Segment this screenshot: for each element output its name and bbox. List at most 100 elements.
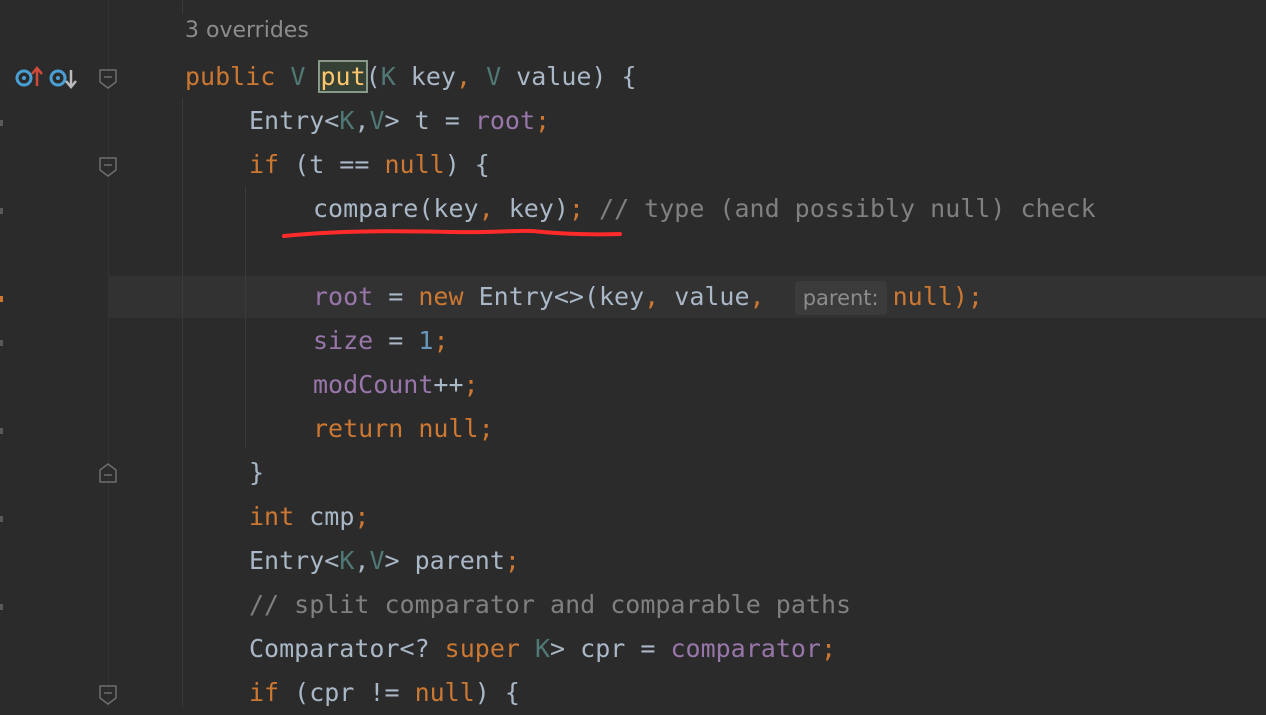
token: new [418, 282, 479, 311]
token: super [444, 634, 535, 663]
editor-gutter [0, 0, 108, 707]
code-line-9[interactable]: } [249, 451, 264, 495]
token: if [249, 678, 295, 707]
token: = [373, 282, 419, 311]
fold-end-icon[interactable] [98, 462, 118, 484]
code-line-7[interactable]: modCount++; [313, 363, 479, 407]
code-line-5[interactable]: root = new Entry<>(key, value, parent: nu… [313, 275, 983, 319]
token: , [644, 282, 675, 311]
token: ; [568, 194, 584, 223]
token: K [380, 62, 411, 91]
token: ; [463, 370, 479, 399]
token: = [373, 326, 419, 355]
gutter-mark [0, 208, 3, 214]
token: cmp [309, 502, 355, 531]
code-line-8[interactable]: return null; [313, 407, 494, 451]
token: ) { [474, 678, 520, 707]
token: ; [433, 326, 449, 355]
gutter-divider [108, 0, 109, 707]
indent-guide [182, 0, 183, 14]
parameter-inlay-hint: parent: [794, 281, 887, 315]
token: null [414, 678, 475, 707]
token: V [369, 546, 385, 575]
token: null [892, 282, 953, 311]
token: ) { [444, 150, 490, 179]
code-line-6[interactable]: size = 1; [313, 319, 449, 363]
token: V [369, 106, 385, 135]
token: K [534, 634, 551, 663]
token: V [486, 62, 517, 91]
token: public [185, 62, 291, 91]
token: K [339, 546, 355, 575]
token: (cpr != [294, 678, 415, 707]
token: > cpr = [550, 634, 671, 663]
token: , [478, 194, 509, 223]
gutter-mark [0, 604, 3, 610]
token: } [249, 458, 265, 487]
token: 1 [418, 326, 434, 355]
code-line-3[interactable]: if (t == null) { [249, 143, 490, 187]
token: ); [952, 282, 983, 311]
indent-guide [245, 186, 246, 448]
token: null [418, 414, 479, 443]
method-name-highlight[interactable]: put [318, 60, 368, 93]
token: comparator [670, 634, 821, 663]
token: size [313, 326, 374, 355]
fold-icon[interactable] [98, 684, 118, 706]
fold-icon[interactable] [98, 156, 118, 178]
token: (t == [294, 150, 385, 179]
token: Entry< [249, 106, 340, 135]
token: ++ [433, 370, 464, 399]
token: , [354, 546, 370, 575]
token: root [313, 282, 374, 311]
override-markers[interactable] [14, 62, 84, 92]
code-line-11[interactable]: Entry<K,V> parent; [249, 539, 520, 583]
gutter-mark [0, 296, 3, 302]
token: key [410, 62, 456, 91]
token: Entry<>(key [478, 282, 645, 311]
code-comment: // type (and possibly null) check [583, 194, 1096, 223]
token: compare(key [313, 194, 479, 223]
gutter-mark [0, 428, 3, 434]
token: > t = [384, 106, 475, 135]
overrides-inlay[interactable]: 3 overrides [185, 18, 309, 43]
red-annotation-underline [282, 228, 622, 238]
token: ; [820, 634, 837, 663]
implemented-down-icon[interactable] [49, 69, 77, 89]
token: Entry< [249, 546, 340, 575]
token: , [455, 62, 487, 91]
token: , [354, 106, 370, 135]
indent-guide [182, 98, 183, 707]
code-line-2[interactable]: Entry<K,V> t = root; [249, 99, 550, 143]
token: > parent [384, 546, 505, 575]
code-comment: // split comparator and comparable paths [249, 590, 852, 619]
token: int [249, 502, 310, 531]
code-line-10[interactable]: int cmp; [249, 495, 369, 539]
token: value) { [516, 62, 637, 91]
token: ( [365, 62, 381, 91]
gutter-mark [0, 516, 3, 522]
token: key) [508, 194, 569, 223]
code-line-14[interactable]: if (cpr != null) { [249, 671, 520, 715]
token: , [749, 282, 795, 311]
token: null [384, 150, 445, 179]
gutter-mark [0, 120, 3, 126]
token: V [290, 62, 321, 91]
token: value [674, 282, 750, 311]
code-line-12[interactable]: // split comparator and comparable paths [249, 583, 851, 627]
code-line-13[interactable]: Comparator<? super K> cpr = comparator; [249, 627, 836, 671]
token: ; [478, 414, 494, 443]
token: ; [535, 106, 551, 135]
token: modCount [313, 370, 434, 399]
code-line-1[interactable]: public V put(K key, V value) { [185, 55, 637, 99]
token: if [249, 150, 295, 179]
fold-icon[interactable] [98, 68, 118, 90]
token: return [313, 414, 419, 443]
token: ; [354, 502, 370, 531]
token: Comparator<? [249, 634, 445, 663]
token: ; [504, 546, 520, 575]
gutter-mark [0, 340, 3, 346]
token: root [474, 106, 536, 135]
overrides-up-icon[interactable] [15, 66, 43, 87]
token: K [339, 106, 355, 135]
